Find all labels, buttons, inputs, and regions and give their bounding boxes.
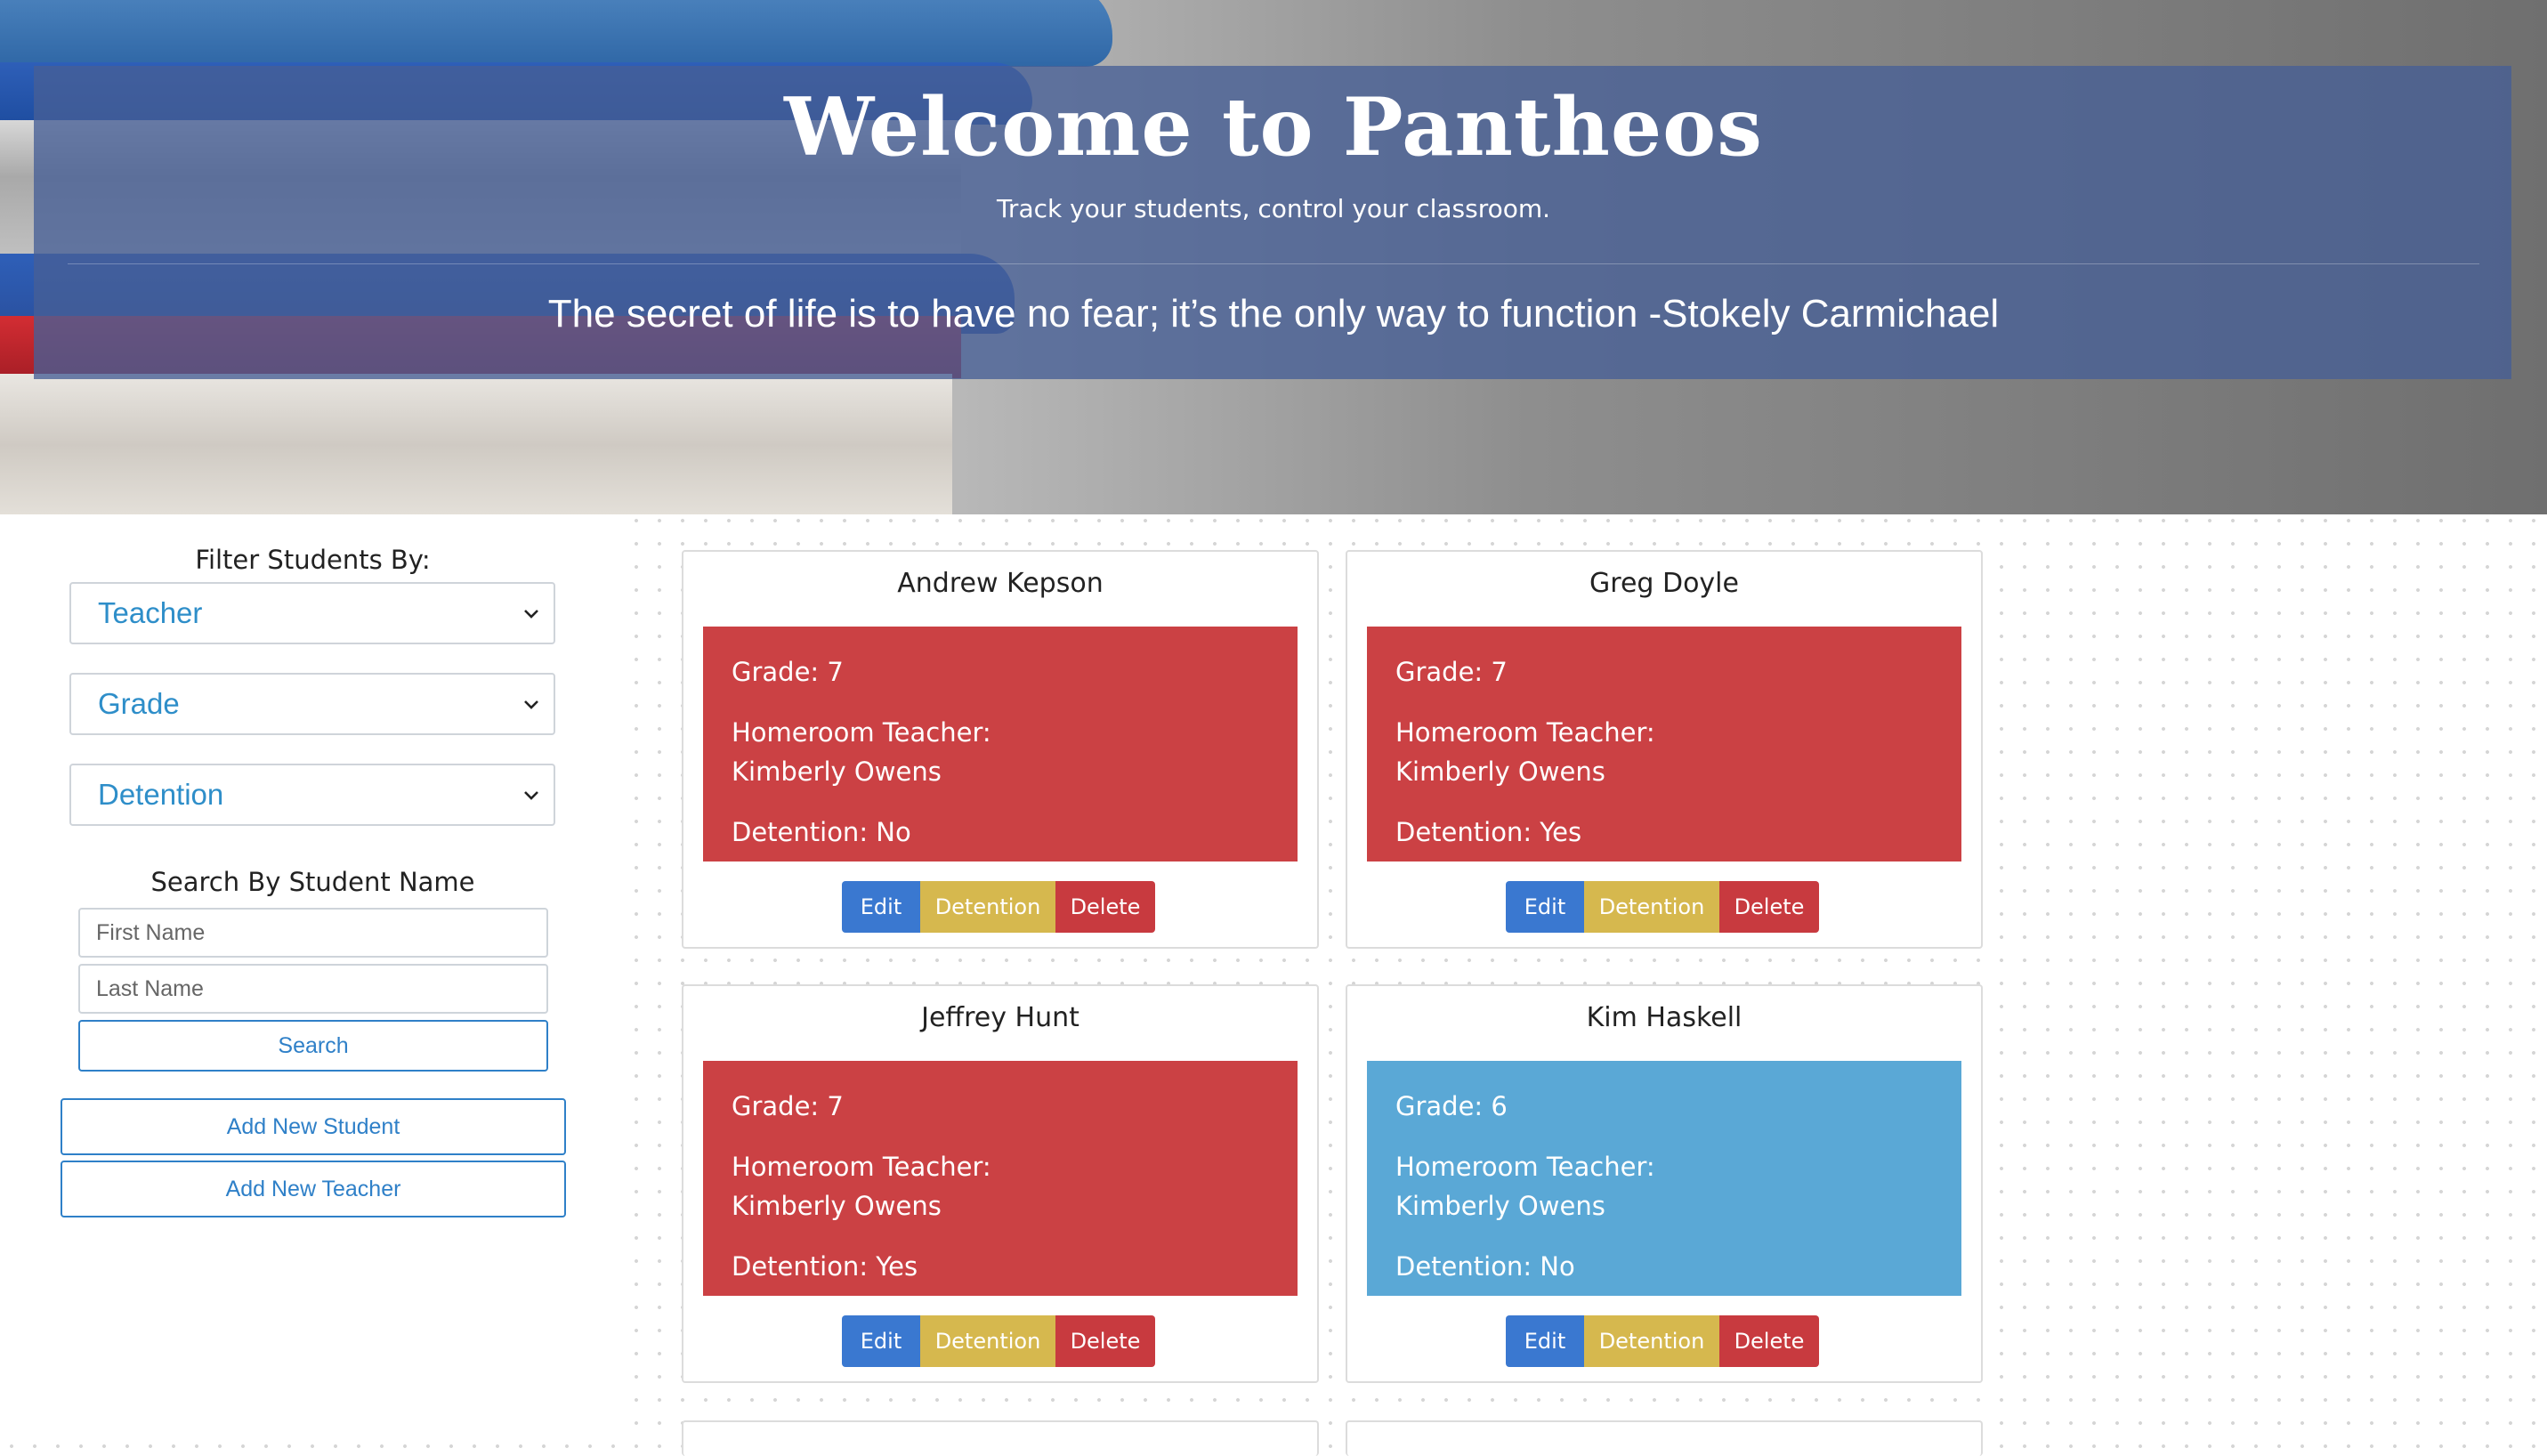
student-detention: Detention: No [1395, 1251, 1575, 1282]
student-detention: Detention: Yes [732, 1251, 918, 1282]
homeroom-label: Homeroom Teacher: [1395, 1152, 1655, 1182]
chevron-down-icon [524, 610, 538, 619]
card-actions: Edit Detention Delete [1506, 1315, 1819, 1367]
student-detention: Detention: Yes [1395, 817, 1582, 847]
chevron-down-icon [524, 791, 538, 800]
student-info: Grade: 7 Homeroom Teacher: Kimberly Owen… [1367, 627, 1961, 861]
grade-filter-select[interactable]: Grade [69, 673, 555, 735]
sidebar: Filter Students By: Teacher Grade Detent… [0, 514, 623, 1435]
detention-button[interactable]: Detention [1584, 881, 1719, 933]
detention-button[interactable]: Detention [1584, 1315, 1719, 1367]
edit-button[interactable]: Edit [842, 881, 920, 933]
add-student-button[interactable]: Add New Student [61, 1098, 566, 1155]
edit-button[interactable]: Edit [1506, 881, 1584, 933]
student-grade: Grade: 7 [732, 657, 844, 687]
teacher-filter-value: Teacher [98, 596, 203, 629]
filter-title: Filter Students By: [195, 545, 431, 575]
grade-filter-value: Grade [98, 687, 180, 720]
homeroom-label: Homeroom Teacher: [1395, 717, 1655, 748]
student-card-partial [682, 1420, 1319, 1456]
student-info: Grade: 7 Homeroom Teacher: Kimberly Owen… [703, 1061, 1298, 1296]
student-grade: Grade: 6 [1395, 1091, 1508, 1121]
student-info: Grade: 7 Homeroom Teacher: Kimberly Owen… [703, 627, 1298, 861]
homeroom-teacher: Kimberly Owens [732, 756, 942, 787]
page-title: Welcome to Pantheos [784, 80, 1763, 174]
card-actions: Edit Detention Delete [1506, 881, 1819, 933]
edit-button[interactable]: Edit [842, 1315, 920, 1367]
homeroom-teacher: Kimberly Owens [1395, 756, 1605, 787]
student-grade: Grade: 7 [1395, 657, 1508, 687]
homeroom-label: Homeroom Teacher: [732, 1152, 991, 1182]
detention-button[interactable]: Detention [920, 1315, 1055, 1367]
homeroom-teacher: Kimberly Owens [732, 1191, 942, 1221]
homeroom-teacher: Kimberly Owens [1395, 1191, 1605, 1221]
student-detention: Detention: No [732, 817, 911, 847]
hero-banner: Welcome to Pantheos Track your students,… [0, 0, 2547, 514]
search-title: Search By Student Name [150, 867, 475, 897]
student-grade: Grade: 7 [732, 1091, 844, 1121]
hero-divider [68, 263, 2479, 264]
hero-background-book [0, 0, 1112, 67]
chevron-down-icon [524, 700, 538, 709]
teacher-filter-select[interactable]: Teacher [69, 582, 555, 644]
student-card: Kim Haskell Grade: 6 Homeroom Teacher: K… [1346, 984, 1983, 1383]
student-card: Andrew Kepson Grade: 7 Homeroom Teacher:… [682, 550, 1319, 949]
student-name: Greg Doyle [1589, 568, 1739, 599]
delete-button[interactable]: Delete [1719, 881, 1819, 933]
detention-filter-select[interactable]: Detention [69, 764, 555, 826]
student-name: Andrew Kepson [897, 568, 1104, 599]
delete-button[interactable]: Delete [1719, 1315, 1819, 1367]
hero-background-book [0, 374, 952, 514]
card-actions: Edit Detention Delete [842, 881, 1155, 933]
delete-button[interactable]: Delete [1055, 881, 1155, 933]
card-actions: Edit Detention Delete [842, 1315, 1155, 1367]
page-subtitle: Track your students, control your classr… [996, 194, 1551, 223]
add-teacher-button[interactable]: Add New Teacher [61, 1161, 566, 1217]
homeroom-label: Homeroom Teacher: [732, 717, 991, 748]
last-name-input[interactable]: Last Name [78, 964, 548, 1014]
delete-button[interactable]: Delete [1055, 1315, 1155, 1367]
student-card: Jeffrey Hunt Grade: 7 Homeroom Teacher: … [682, 984, 1319, 1383]
detention-button[interactable]: Detention [920, 881, 1055, 933]
student-card: Greg Doyle Grade: 7 Homeroom Teacher: Ki… [1346, 550, 1983, 949]
edit-button[interactable]: Edit [1506, 1315, 1584, 1367]
first-name-input[interactable]: First Name [78, 908, 548, 958]
detention-filter-value: Detention [98, 778, 224, 811]
student-name: Jeffrey Hunt [921, 1002, 1079, 1033]
student-name: Kim Haskell [1586, 1002, 1742, 1033]
hero-quote: The secret of life is to have no fear; i… [547, 292, 2000, 336]
student-card-partial [1346, 1420, 1983, 1456]
search-button[interactable]: Search [78, 1020, 548, 1072]
student-info: Grade: 6 Homeroom Teacher: Kimberly Owen… [1367, 1061, 1961, 1296]
